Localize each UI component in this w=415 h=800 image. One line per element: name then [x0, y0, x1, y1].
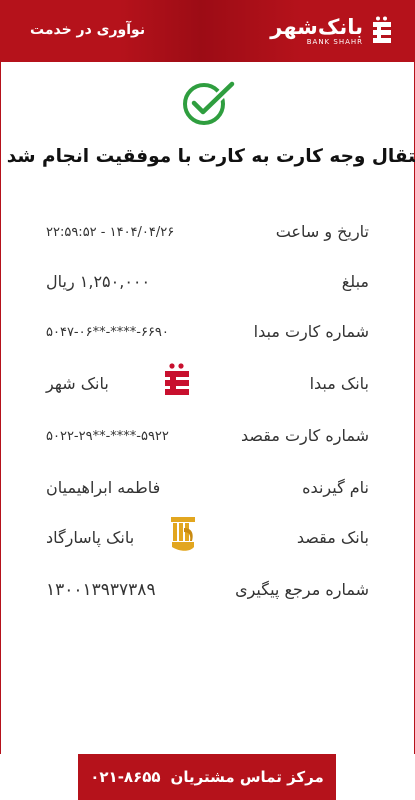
app-header: نوآوری در خدمت بانک‌شهر BANK SHAHR: [0, 0, 415, 62]
row-label: مبلغ: [341, 272, 369, 291]
row-recipient: نام گیرنده فاطمه ابراهیمیان: [0, 478, 415, 508]
source-bank-value: بانک شهر: [46, 374, 109, 393]
amount-value: ۱,۲۵۰,۰۰۰ ریال: [46, 272, 151, 291]
row-dest-card: شماره کارت مقصد ۵۰۲۲-۲۹**-****-۵۹۲۲: [0, 426, 415, 456]
bank-logo-name-en: BANK SHAHR: [306, 37, 363, 46]
row-amount: مبلغ ۱,۲۵۰,۰۰۰ ریال: [0, 272, 415, 302]
contact-center-bar[interactable]: مرکز تماس مشتریان ۰۲۱-۸۶۵۵: [78, 754, 336, 800]
row-label: بانک مبدا: [309, 374, 369, 393]
row-source-card: شماره کارت مبدا ۵۰۴۷-۰۶**-****-۶۶۹۰: [0, 322, 415, 352]
row-reference: شماره مرجع پیگیری ۱۳۰۰۱۳۹۳۷۳۸۹: [0, 580, 415, 610]
row-label: شماره کارت مقصد: [240, 426, 369, 445]
bank-logo: بانک‌شهر BANK SHAHR: [270, 14, 395, 48]
bank-logo-name: بانک‌شهر: [270, 14, 363, 39]
header-slogan: نوآوری در خدمت: [30, 22, 146, 38]
row-datetime: تاریخ و ساعت ۲۲:۵۹:۵۲ - ۱۴۰۴/۰۴/۲۶: [0, 222, 415, 252]
row-label: تاریخ و ساعت: [275, 222, 369, 241]
check-circle-icon: [183, 80, 236, 125]
row-label: شماره کارت مبدا: [253, 322, 369, 341]
bank-pasargad-logo-icon: [171, 517, 195, 551]
dest-bank-value: بانک پاسارگاد: [46, 528, 135, 547]
row-label: شماره مرجع پیگیری: [235, 580, 369, 599]
row-label: نام گیرنده: [302, 478, 369, 497]
receipt-title-text: انتقال وجه کارت به کارت با موفقیت انجام …: [6, 146, 415, 167]
row-source-bank: بانک مبدا بانک شهر: [0, 363, 415, 404]
datetime-value: ۲۲:۵۹:۵۲ - ۱۴۰۴/۰۴/۲۶: [46, 225, 175, 240]
bank-shahr-logo-icon: [165, 363, 189, 395]
receipt-title: انتقال وجه کارت به کارت با موفقیت انجام …: [0, 146, 415, 176]
dest-card-value: ۵۰۲۲-۲۹**-****-۵۹۲۲: [46, 429, 169, 444]
contact-center-label: مرکز تماس مشتریان: [170, 768, 324, 786]
row-dest-bank: بانک مقصد بانک پاسارگاد: [0, 517, 415, 558]
source-card-value: ۵۰۴۷-۰۶**-****-۶۶۹۰: [46, 325, 169, 340]
row-label: بانک مقصد: [296, 528, 369, 547]
reference-value: ۱۳۰۰۱۳۹۳۷۳۸۹: [46, 580, 156, 600]
bank-shahr-emblem-icon: [373, 16, 391, 43]
recipient-value: فاطمه ابراهیمیان: [46, 478, 161, 497]
bank-logo-text: بانک‌شهر BANK SHAHR: [270, 16, 363, 47]
contact-center-phone: ۰۲۱-۸۶۵۵: [90, 768, 161, 786]
